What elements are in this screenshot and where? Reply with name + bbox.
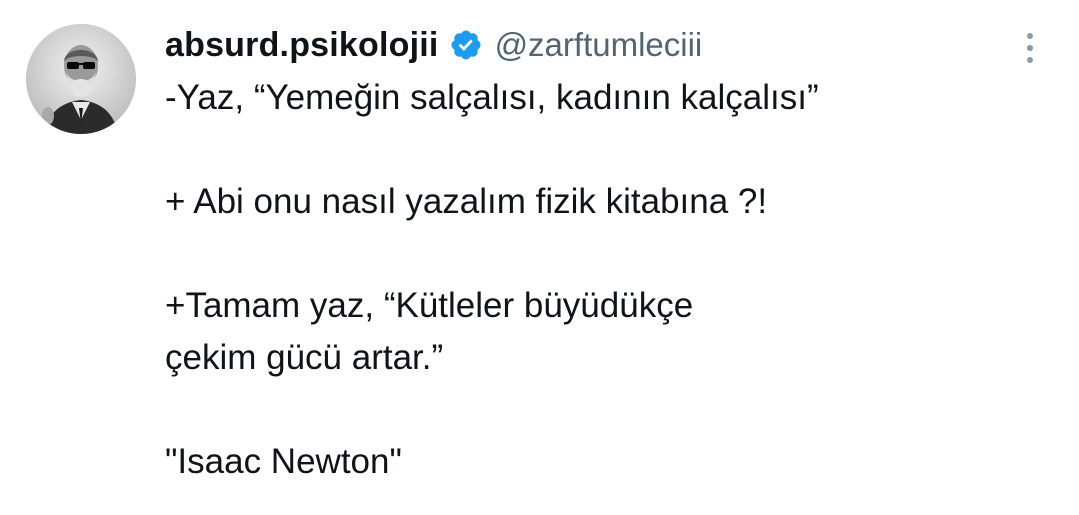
tweet-card: absurd.psikolojii @zarftumleciii -Yaz, “… <box>0 0 1079 515</box>
author-handle[interactable]: @zarftumleciii <box>495 26 703 64</box>
tweet-line: +Tamam yaz, “Kütleler büyüdükçe <box>165 286 694 325</box>
tweet-header: absurd.psikolojii @zarftumleciii <box>165 22 702 68</box>
tweet-line: çekim gücü artar.” <box>165 338 444 377</box>
tweet-line: -Yaz, “Yemeğin salçalısı, kadının kalçal… <box>165 78 819 117</box>
author-display-name[interactable]: absurd.psikolojii <box>165 26 439 65</box>
verified-badge-icon <box>449 28 483 62</box>
more-vertical-icon[interactable] <box>1015 28 1045 68</box>
tweet-line: "Isaac Newton" <box>165 442 402 481</box>
tweet-text: -Yaz, “Yemeğin salçalısı, kadının kalçal… <box>165 72 1045 488</box>
tweet-line: + Abi onu nasıl yazalım fizik kitabına ?… <box>165 182 768 221</box>
avatar[interactable] <box>26 24 136 134</box>
bearded-man-sunglasses-avatar-icon <box>26 24 136 134</box>
